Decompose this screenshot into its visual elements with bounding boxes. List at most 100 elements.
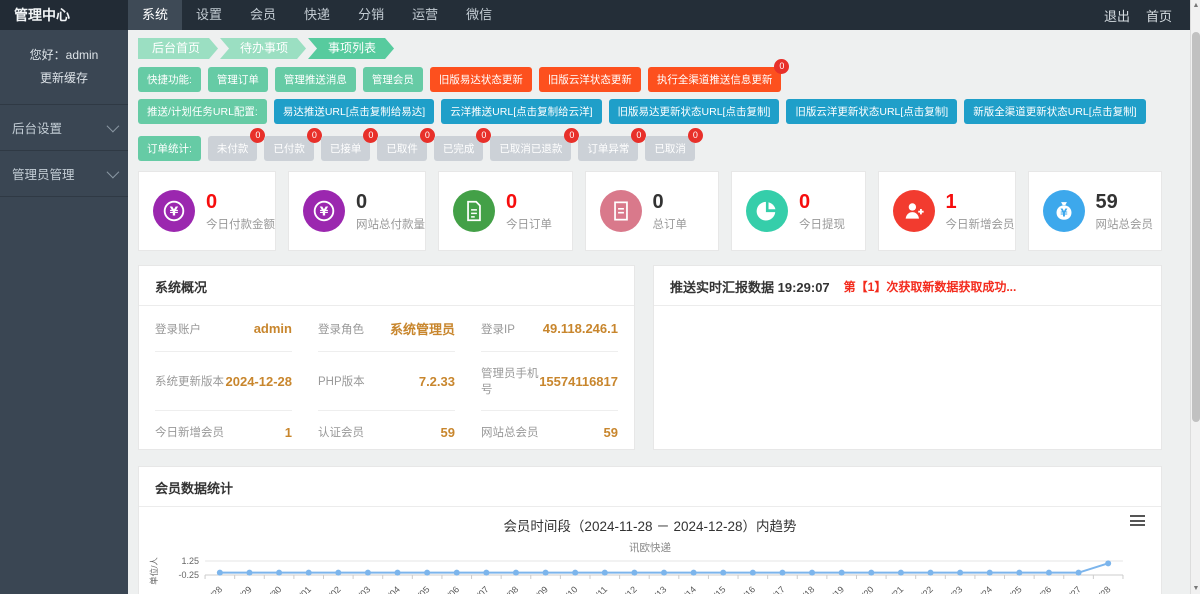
nav-item[interactable]: 系统 (128, 0, 182, 30)
nav-item[interactable]: 运营 (398, 0, 452, 30)
nav-item[interactable]: 分销 (344, 0, 398, 30)
money-bag-icon: ¥ (1043, 190, 1085, 232)
breadcrumb-item[interactable]: 后台首页 (138, 38, 218, 59)
svg-text:12/06: 12/06 (438, 584, 461, 594)
chart-area: 会员时间段（2024-11-28 － 2024-12-28）内趋势 讯欧快递 1… (139, 507, 1161, 594)
toolbar-button[interactable]: 已付款0 (264, 136, 314, 161)
overview-value: 2024-12-28 (226, 374, 293, 389)
count-badge: 0 (476, 128, 491, 143)
page-scroll-up-icon[interactable]: ▲ (1191, 2, 1200, 9)
document-icon (453, 190, 495, 232)
toolbar-button[interactable]: 易达推送URL[点击复制给易达] (274, 99, 434, 124)
stat-value: 59 (1096, 191, 1154, 213)
sidebar-menu-item[interactable]: 管理员管理 (0, 151, 128, 197)
overview-label: 登录账户 (155, 321, 201, 337)
order-stats-row: 订单统计:未付款0已付款0已接单0已取件0已完成0已取消已退款0订单异常0已取消… (138, 136, 1162, 161)
count-badge: 0 (250, 128, 265, 143)
sidebar-menu-item[interactable]: 后台设置 (0, 105, 128, 151)
nav-item[interactable]: 微信 (452, 0, 506, 30)
yen-icon: ¥ (153, 190, 195, 232)
svg-text:¥: ¥ (320, 204, 329, 219)
topbar-link[interactable]: 退出 (1104, 6, 1130, 25)
breadcrumb-item[interactable]: 事项列表 (308, 38, 394, 59)
toolbar-button[interactable]: 旧版云洋状态更新 (539, 67, 641, 92)
svg-text:12/26: 12/26 (1030, 584, 1053, 594)
svg-text:12/28: 12/28 (1090, 584, 1113, 594)
toolbar-button[interactable]: 已取消0 (645, 136, 695, 161)
overview-cell: 今日新增会员1 (155, 411, 292, 453)
toolbar-button[interactable]: 管理会员 (363, 67, 423, 92)
stat-label: 今日提现 (799, 216, 845, 232)
stat-label: 今日新增会员 (946, 216, 1015, 232)
svg-text:12/13: 12/13 (645, 584, 668, 594)
overview-value: admin (254, 321, 292, 336)
overview-value: 系统管理员 (390, 319, 455, 338)
trend-line-chart: 1.25-0.25单位/人11/2811/2911/3012/0112/0212… (147, 555, 1153, 594)
system-overview-title: 系统概况 (139, 266, 634, 306)
stat-value: 0 (653, 191, 688, 213)
toolbar-button[interactable]: 旧版云洋更新状态URL[点击复制] (786, 99, 957, 124)
stat-label: 总订单 (653, 216, 688, 232)
sidebar-menu-list: 后台设置管理员管理 (0, 104, 128, 197)
toolbar-button[interactable]: 订单异常0 (578, 136, 638, 161)
toolbar-button[interactable]: 旧版易达状态更新 (430, 67, 532, 92)
overview-label: 管理员手机号 (481, 365, 539, 397)
nav-item[interactable]: 设置 (182, 0, 236, 30)
svg-text:12/10: 12/10 (557, 584, 580, 594)
toolbar-button[interactable]: 已接单0 (321, 136, 371, 161)
page-scroll-down-icon[interactable]: ▼ (1191, 585, 1200, 592)
toolbar-button[interactable]: 云洋推送URL[点击复制给云洋] (441, 99, 601, 124)
nav-item[interactable]: 快递 (290, 0, 344, 30)
main-content: 后台首页待办事项事项列表 快捷功能:管理订单管理推送消息管理会员旧版易达状态更新… (128, 30, 1180, 594)
overview-cell: 网站总会员 59 (481, 411, 618, 453)
page-scrollbar[interactable]: ▲ ▼ (1190, 0, 1200, 594)
stat-card: ¥0网站总付款量 (288, 171, 426, 251)
navbar-menu: 系统设置会员快递分销运营微信 (128, 0, 506, 30)
toolbar-button[interactable]: 管理订单 (208, 67, 268, 92)
stat-card-body: 59 网站总会员 (1096, 191, 1154, 232)
stat-value: 0 (206, 191, 275, 213)
svg-text:12/08: 12/08 (497, 584, 520, 594)
chart-title: 会员时间段（2024-11-28 － 2024-12-28）内趋势 (147, 515, 1153, 535)
push-report-panel: 推送实时汇报数据 19:29:07 第【1】次获取新数据获取成功... (653, 265, 1162, 450)
stat-card-body: 0今日订单 (506, 191, 552, 232)
overview-value: 59 (441, 425, 455, 440)
stat-card-body: 0网站总付款量 (356, 191, 425, 232)
overview-label: 网站总会员 (481, 424, 539, 440)
nav-item[interactable]: 会员 (236, 0, 290, 30)
overview-label: 登录IP (481, 321, 515, 337)
stat-value: 0 (356, 191, 425, 213)
user-plus-icon (893, 190, 935, 232)
stat-card: 1今日新增会员 (878, 171, 1016, 251)
svg-text:11/29: 11/29 (231, 584, 254, 594)
toolbar-button[interactable]: 已完成0 (434, 136, 484, 161)
chart-menu-icon[interactable] (1130, 515, 1145, 529)
svg-text:12/12: 12/12 (616, 584, 639, 594)
svg-text:12/19: 12/19 (823, 584, 846, 594)
toolbar-button[interactable]: 已取消已退款0 (490, 136, 571, 161)
member-stats-title: 会员数据统计 (139, 467, 1161, 507)
stat-card-body: 1今日新增会员 (946, 191, 1015, 232)
topbar-link[interactable]: 首页 (1146, 6, 1172, 25)
overview-value: 1 (285, 425, 292, 440)
breadcrumb-item[interactable]: 待办事项 (220, 38, 306, 59)
toolbar-button[interactable]: 已取件0 (377, 136, 427, 161)
sidebar-greeting: 您好：admin (0, 30, 128, 63)
toolbar-button[interactable]: 未付款0 (208, 136, 258, 161)
refresh-cache-link[interactable]: 更新缓存 (0, 69, 128, 86)
toolbar-button[interactable]: 旧版易达更新状态URL[点击复制] (609, 99, 780, 124)
count-badge: 0 (688, 128, 703, 143)
overview-label: 系统更新版本 (155, 373, 224, 389)
stat-value: 0 (799, 191, 845, 213)
system-overview-panel: 系统概况 登录账户admin登录角色系统管理员登录IP49.118.246.1系… (138, 265, 635, 450)
toolbar-button[interactable]: 新版全渠道更新状态URL[点击复制] (964, 99, 1145, 124)
svg-text:12/22: 12/22 (912, 584, 935, 594)
toolbar-button[interactable]: 管理推送消息 (275, 67, 356, 92)
breadcrumb: 后台首页待办事项事项列表 (138, 38, 1162, 59)
page-scrollbar-thumb[interactable] (1192, 32, 1200, 422)
svg-text:12/24: 12/24 (971, 584, 994, 594)
stat-label: 网站总会员 (1096, 216, 1154, 232)
svg-text:12/11: 12/11 (587, 584, 610, 594)
overview-value: 59 (604, 425, 618, 440)
toolbar-button[interactable]: 执行全渠道推送信息更新0 (648, 67, 782, 92)
